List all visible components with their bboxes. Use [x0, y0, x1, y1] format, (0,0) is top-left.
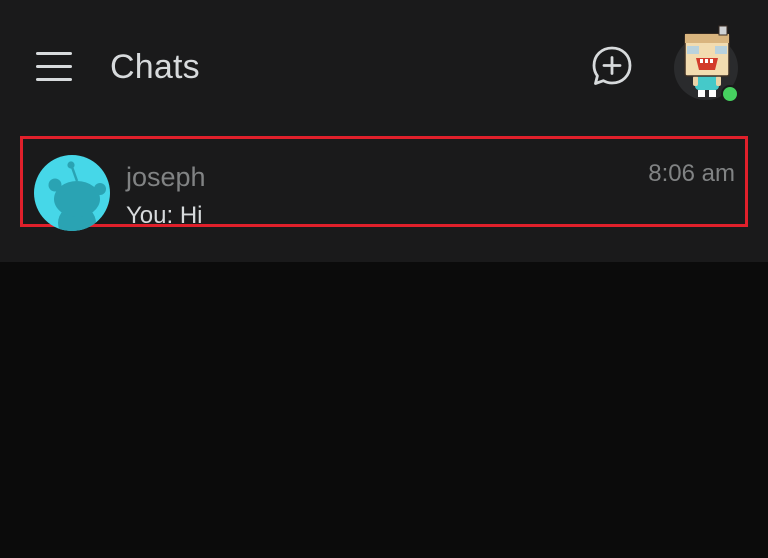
menu-line	[36, 65, 72, 68]
app-bar: Chats	[0, 0, 768, 130]
chat-name: joseph	[126, 162, 206, 192]
chat-bubble-plus-icon	[592, 46, 632, 85]
menu-line	[36, 78, 72, 81]
page-title: Chats	[110, 48, 200, 86]
reddit-default-avatar	[34, 155, 110, 231]
new-chat-button[interactable]	[590, 44, 634, 88]
chats-screen: Chats joseph You: Hi 8:06 am	[0, 0, 768, 558]
online-status-dot	[721, 85, 739, 103]
chat-preview: You: Hi	[126, 202, 203, 229]
menu-line	[36, 52, 72, 55]
hamburger-menu-icon[interactable]	[36, 50, 74, 82]
chat-avatar	[32, 153, 112, 233]
chat-row-joseph[interactable]: joseph You: Hi 8:06 am	[20, 136, 748, 231]
chat-time: 8:06 am	[648, 160, 735, 187]
